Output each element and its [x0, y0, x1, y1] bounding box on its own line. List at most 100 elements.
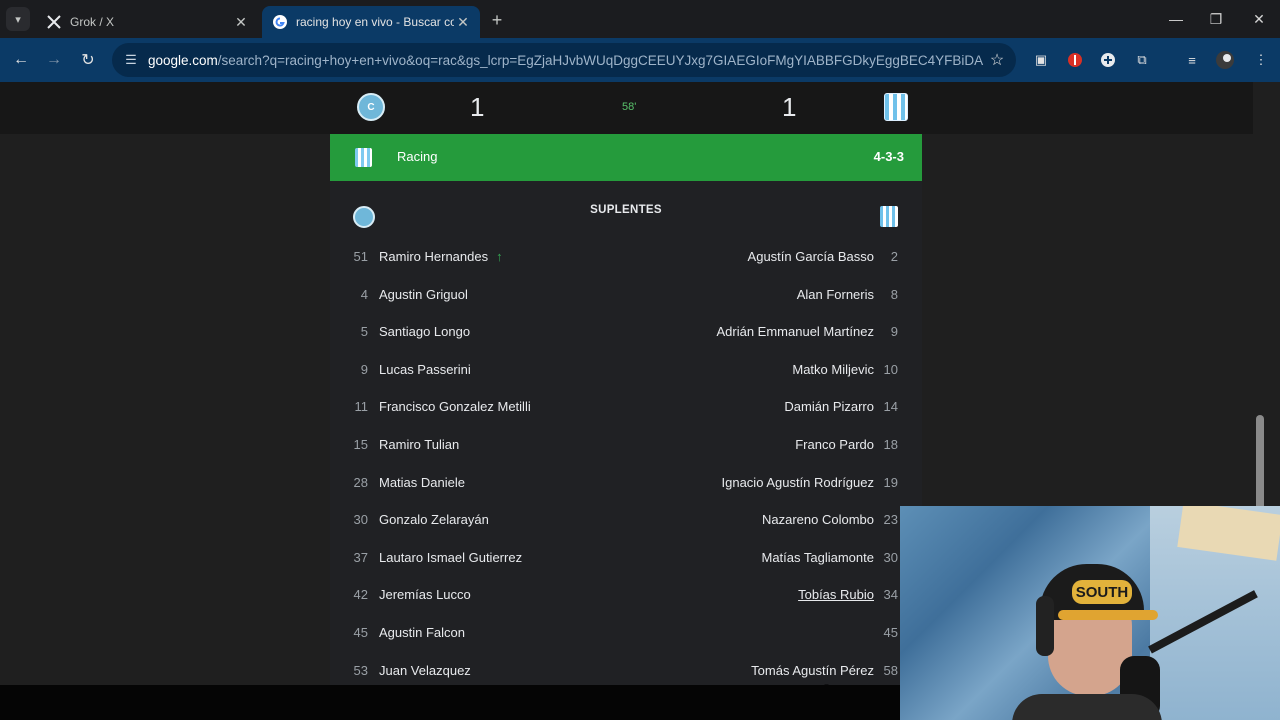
home-sub-number: 37	[353, 549, 368, 565]
reload-icon: ↻	[81, 52, 95, 69]
home-sub-name[interactable]: Ramiro Hernandes ↑	[379, 249, 503, 264]
team-formation: 4-3-3	[873, 149, 904, 164]
sub-row: 42 Jeremías Lucco Tobías Rubio 34	[330, 583, 922, 607]
away-sub-number: 30	[883, 549, 898, 565]
away-sub-number: 8	[890, 286, 898, 302]
menu-kebab-icon[interactable]: ⋮	[1250, 49, 1272, 71]
new-tab-button[interactable]: +	[487, 10, 507, 30]
extension-save-icon[interactable]: ▣	[1030, 49, 1052, 71]
home-sub-name[interactable]: Francisco Gonzalez Metilli	[379, 399, 531, 414]
subs-label: SUPLENTES	[590, 204, 662, 216]
home-sub-name-text: Agustin Griguol	[379, 286, 468, 302]
arrow-right-icon: →	[46, 51, 62, 68]
sub-row: 37 Lautaro Ismael Gutierrez Matías Tagliam…	[330, 546, 922, 570]
cap-brim	[1058, 610, 1158, 620]
tab-grok[interactable]: Grok / X ✕	[36, 6, 258, 38]
home-sub-name-text: Matias Daniele	[379, 474, 465, 490]
x-logo-icon	[46, 14, 62, 30]
home-sub-number: 15	[353, 437, 368, 452]
away-sub-name[interactable]: Tomás Agustín Pérez	[751, 663, 874, 678]
home-sub-number: 30	[353, 512, 368, 528]
streamer-shirt	[1012, 694, 1162, 720]
site-info-icon[interactable]: ☰	[120, 49, 142, 71]
scrollbar-thumb[interactable]	[1256, 415, 1264, 511]
home-sub-number: 11	[354, 399, 369, 415]
home-score: 1	[470, 92, 485, 122]
extension-add-icon[interactable]	[1097, 49, 1119, 71]
match-minute: 58'	[622, 101, 637, 113]
home-sub-name-text: Francisco Gonzalez Metilli	[379, 399, 531, 415]
home-sub-name-text: Lucas Passerini	[379, 361, 471, 377]
bookmark-star-icon[interactable]: ☆	[984, 47, 1010, 73]
home-sub-name[interactable]: Lautaro Ismael Gutierrez	[379, 550, 522, 565]
away-sub-number: 19	[883, 474, 898, 490]
away-sub-name[interactable]: Damián Pizarro	[784, 399, 874, 414]
away-sub-name[interactable]: Nazareno Colombo	[762, 512, 874, 527]
minimize-button[interactable]: —	[1165, 8, 1187, 30]
forward-button[interactable]: →	[42, 48, 66, 72]
profile-avatar-icon[interactable]	[1214, 49, 1236, 71]
away-sub-number: 2	[890, 249, 898, 264]
away-sub-name[interactable]: Ignacio Agustín Rodríguez	[722, 475, 875, 490]
sub-row: 51 Ramiro Hernandes ↑ Agustín García Basso 2	[330, 245, 922, 269]
away-team-crest-icon	[880, 206, 898, 227]
close-icon[interactable]: ✕	[454, 13, 472, 31]
address-bar[interactable]: ☰ google.com/search?q=racing+hoy+en+vivo…	[112, 43, 1016, 77]
away-sub-number: 23	[883, 512, 898, 528]
away-sub-number: 10	[883, 361, 898, 377]
restore-button[interactable]: ❐	[1205, 8, 1227, 30]
extensions-puzzle-icon[interactable]: ⧉	[1131, 49, 1153, 71]
home-sub-name[interactable]: Santiago Longo	[379, 324, 470, 339]
away-sub-name[interactable]: Alan Forneris	[797, 287, 874, 302]
extension-adblock-icon[interactable]	[1064, 49, 1086, 71]
sub-in-arrow-icon: ↑	[496, 249, 503, 264]
close-icon[interactable]: ✕	[232, 13, 250, 31]
media-queue-icon[interactable]: ≡	[1181, 49, 1203, 71]
away-sub-name[interactable]: Tobías Rubio	[798, 587, 874, 602]
away-sub-name[interactable]: Matko Miljevic	[792, 362, 874, 377]
subs-header: SUPLENTES	[330, 204, 922, 228]
url-text[interactable]: google.com/search?q=racing+hoy+en+vivo&o…	[148, 53, 984, 68]
home-sub-name[interactable]: Jeremías Lucco	[379, 587, 471, 602]
home-sub-name-text: Lautaro Ismael Gutierrez	[379, 549, 523, 565]
away-sub-number: 14	[883, 399, 898, 415]
tab-google-search[interactable]: racing hoy en vivo - Buscar con ✕	[262, 6, 480, 38]
racing-crest-icon	[355, 148, 372, 167]
home-sub-number: 51	[353, 249, 368, 264]
sub-row: 45 Agustin Falcon 45	[330, 621, 922, 645]
tab-title: racing hoy en vivo - Buscar con	[296, 15, 454, 29]
tab-title: Grok / X	[70, 15, 115, 29]
home-sub-name[interactable]: Juan Velazquez	[379, 663, 471, 678]
away-sub-name[interactable]: Franco Pardo	[795, 437, 874, 452]
tab-search-button[interactable]: ▾	[6, 7, 30, 31]
home-sub-number: 53	[353, 662, 368, 678]
home-sub-name[interactable]: Lucas Passerini	[379, 362, 471, 377]
home-sub-name[interactable]: Agustin Falcon	[379, 625, 465, 640]
webcam-overlay: SOUTH	[900, 506, 1280, 720]
home-sub-name-text: Juan Velazquez	[379, 662, 471, 678]
home-sub-name[interactable]: Ramiro Tulian	[379, 437, 459, 452]
away-sub-name[interactable]: Agustín García Basso	[748, 249, 874, 264]
close-window-button[interactable]: ✕	[1248, 8, 1270, 30]
cap-logo: SOUTH	[1072, 580, 1132, 604]
home-sub-name-text: Ramiro Tulian	[379, 437, 460, 452]
home-sub-name[interactable]: Matias Daniele	[379, 475, 465, 490]
sub-row: 30 Gonzalo Zelarayán Nazareno Colombo 23	[330, 508, 922, 532]
chevron-down-icon: ▾	[15, 13, 21, 26]
reload-button[interactable]: ↻	[76, 48, 100, 72]
home-sub-name[interactable]: Gonzalo Zelarayán	[379, 512, 489, 527]
back-button[interactable]: ←	[9, 48, 33, 72]
home-sub-number: 45	[353, 625, 368, 640]
home-sub-name-text: Santiago Longo	[379, 324, 471, 340]
home-sub-name-text: Jeremías Lucco	[379, 587, 471, 603]
away-sub-name[interactable]: Matías Tagliamonte	[762, 550, 875, 565]
away-sub-name[interactable]: Adrián Emmanuel Martínez	[716, 324, 874, 339]
team-bar[interactable]: Racing 4-3-3	[330, 134, 922, 181]
home-sub-name[interactable]: Agustin Griguol	[379, 287, 468, 302]
away-score: 1	[782, 92, 797, 122]
away-sub-number: 9	[890, 324, 898, 340]
home-team-crest-icon: C	[357, 93, 385, 121]
home-sub-number: 4	[360, 286, 368, 302]
sub-row: 5 Santiago Longo Adrián Emmanuel Martínez 9	[330, 320, 922, 344]
headset	[1036, 596, 1054, 656]
